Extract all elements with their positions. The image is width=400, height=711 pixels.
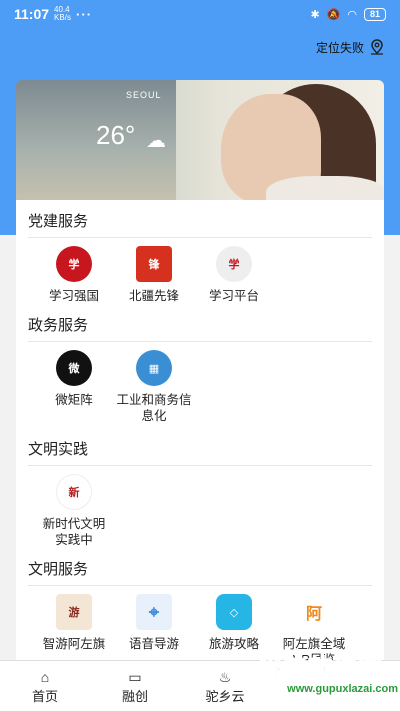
- service-grid: 学 学习强国 锋 北疆先锋 学 学习平台: [28, 238, 372, 304]
- section-title: 党建服务: [28, 200, 372, 238]
- fire-icon: ♨: [218, 668, 232, 685]
- more-notifications-icon: ···: [76, 6, 93, 22]
- location-label: 定位失败: [315, 40, 364, 55]
- wei-juzhen-icon: 微: [56, 350, 92, 386]
- banner-temperature: 26°: [96, 120, 136, 150]
- status-time: 11:07: [14, 6, 50, 22]
- wenming-shijian-icon: 新: [56, 474, 92, 510]
- tab-label: 首页: [31, 688, 58, 704]
- tab-home[interactable]: ⌂ 首页: [0, 661, 90, 711]
- service-item-zhiyou-azuoqi[interactable]: 游 智游阿左旗: [28, 594, 120, 660]
- tab-tuoxiangyun[interactable]: ♨ 驼乡云: [180, 661, 270, 711]
- travel-guide-icon: ◇: [216, 594, 252, 630]
- service-label: 语音导游: [128, 637, 179, 651]
- video-icon: ▭: [128, 668, 142, 685]
- watermark-main: 谷普软件园: [258, 655, 383, 683]
- section-title: 政务服务: [28, 304, 372, 342]
- section-party-building: 党建服务 学 学习强国 锋 北疆先锋 学 学习平台: [16, 200, 384, 304]
- cloud-icon: ☁: [146, 130, 166, 152]
- service-item-industry-commerce[interactable]: ▦ 工业和商务信息化: [108, 350, 200, 424]
- location-pin-icon: [371, 39, 383, 55]
- zhiyou-azuoqi-icon: 游: [56, 594, 92, 630]
- service-item-xuexi-pingtai[interactable]: 学 学习平台: [188, 246, 280, 304]
- service-item-xuexi-qiangguo[interactable]: 学 学习强国: [28, 246, 120, 304]
- industry-commerce-icon: ▦: [136, 350, 172, 386]
- battery-icon: 81: [363, 7, 386, 21]
- service-label: 微矩阵: [55, 393, 93, 407]
- service-label: 学习平台: [208, 289, 259, 303]
- vr-guide-icon: 阿: [296, 594, 332, 630]
- watermark-url: www.gupuxlazai.com: [287, 683, 398, 695]
- service-label: 学习强国: [48, 289, 99, 303]
- tab-label: 融创: [121, 688, 148, 704]
- home-icon: ⌂: [40, 668, 50, 685]
- section-title: 文明服务: [28, 548, 372, 586]
- map-pin-icon: ⌖: [136, 594, 172, 630]
- xuexi-pingtai-icon: 学: [216, 246, 252, 282]
- service-label: 新时代文明实践中: [42, 517, 106, 547]
- section-government-services: 政务服务 微 微矩阵 ▦ 工业和商务信息化: [16, 304, 384, 424]
- network-speed: 40.4 KB/s: [54, 5, 71, 22]
- service-item-wenming-shijian[interactable]: 新 新时代文明实践中: [28, 474, 120, 548]
- section-title: 文明实践: [28, 424, 372, 466]
- status-icons: ✱ 🔕 ◠ 81: [310, 7, 386, 21]
- status-bar: 11:07 40.4 KB/s ··· ✱ 🔕 ◠ 81: [0, 0, 400, 28]
- location-button[interactable]: 定位失败: [316, 38, 386, 56]
- service-label: 智游阿左旗: [42, 637, 106, 651]
- banner-carousel[interactable]: SEOUL 26° ☁: [16, 80, 384, 204]
- service-item-wei-juzhen[interactable]: 微 微矩阵: [28, 350, 120, 424]
- section-civilization-practice: 文明实践 新 新时代文明实践中: [16, 424, 384, 548]
- services-card: 党建服务 学 学习强国 锋 北疆先锋 学 学习平台 政务服务 微 微矩阵 ▦ 工…: [16, 200, 384, 660]
- service-item-voice-guide[interactable]: ⌖ 语音导游: [108, 594, 200, 660]
- service-item-beijiang-xianfeng[interactable]: 锋 北疆先锋: [108, 246, 200, 304]
- wifi-icon: ◠: [347, 8, 357, 21]
- banner-city: SEOUL: [126, 90, 162, 100]
- section-civilization-services: 文明服务 游 智游阿左旗 ⌖ 语音导游 ◇ 旅游攻略 阿 阿左旗全域VR导览: [16, 548, 384, 660]
- service-grid: 新 新时代文明实践中: [28, 466, 372, 548]
- xuexi-qiangguo-icon: 学: [56, 246, 92, 282]
- service-grid: 微 微矩阵 ▦ 工业和商务信息化: [28, 342, 372, 424]
- watermark: 谷普软件园 www.gupuxlazai.com: [258, 648, 399, 711]
- beijiang-xianfeng-icon: 锋: [136, 246, 172, 282]
- bluetooth-icon: ✱: [310, 8, 320, 21]
- mute-icon: 🔕: [326, 8, 341, 21]
- tab-label: 驼乡云: [205, 688, 245, 704]
- tab-rongchuang[interactable]: ▭ 融创: [90, 661, 180, 711]
- service-label: 北疆先锋: [128, 289, 179, 303]
- service-label: 工业和商务信息化: [116, 393, 192, 423]
